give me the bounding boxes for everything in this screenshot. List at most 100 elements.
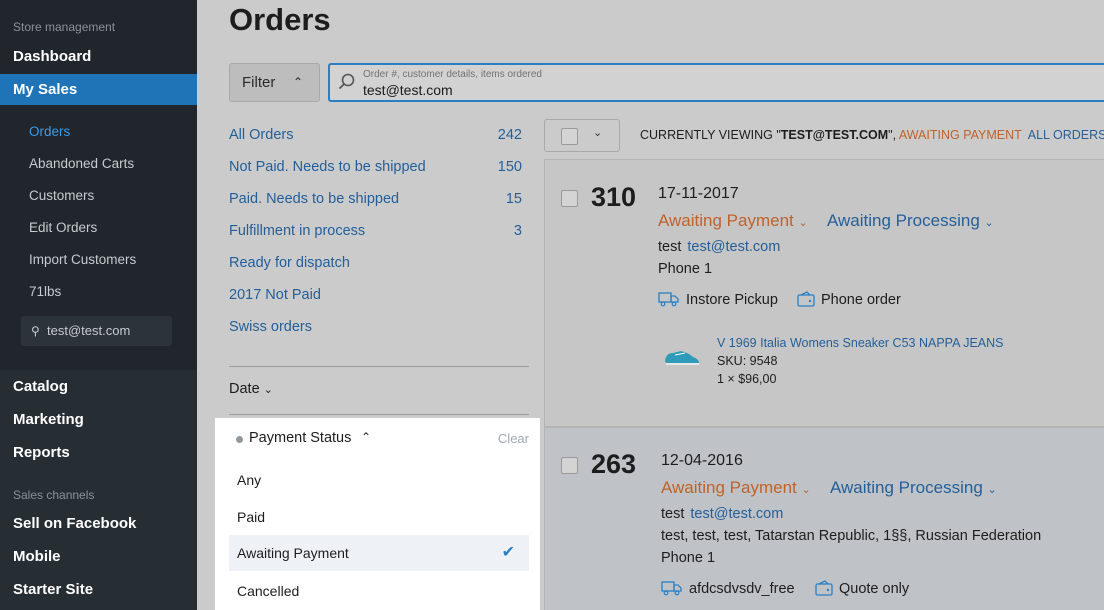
saved-filter-label: All Orders: [229, 127, 294, 143]
customer: test test@test.com: [658, 239, 780, 255]
filter-button[interactable]: Filter ⌃: [229, 63, 320, 102]
payment-status-dropdown[interactable]: Awaiting Payment ⌄: [661, 478, 811, 498]
nav-reports[interactable]: Reports: [0, 437, 197, 468]
truck-icon: [658, 292, 679, 307]
viewing-sep: ",: [888, 128, 899, 142]
payment-option-cancelled[interactable]: Cancelled: [229, 573, 529, 609]
search-placeholder: Order #, customer details, items ordered: [363, 69, 542, 80]
fulfillment-status-dropdown[interactable]: Awaiting Processing ⌄: [830, 478, 997, 498]
nav-catalog[interactable]: Catalog: [0, 371, 197, 402]
order-card[interactable]: 263 12-04-2016 Awaiting Payment ⌄ Awaiti…: [544, 427, 1104, 610]
option-label: Awaiting Payment: [237, 545, 349, 561]
nav-mobile[interactable]: Mobile: [0, 541, 197, 572]
search-input[interactable]: Order #, customer details, items ordered…: [328, 63, 1104, 102]
saved-filter-count: 242: [497, 127, 522, 143]
section-sales-channels: Sales channels: [13, 488, 95, 502]
wallet-icon: [797, 291, 815, 307]
customer-phone: Phone 1: [661, 550, 716, 566]
saved-filter-label: Paid. Needs to be shipped: [229, 191, 400, 207]
nav-starter-site[interactable]: Starter Site: [0, 574, 197, 605]
payment-status-title[interactable]: Payment Status: [249, 430, 351, 446]
search-icon: [338, 73, 355, 90]
filter-active-dot: [236, 436, 243, 443]
chevron-down-icon: ⌄: [593, 127, 603, 139]
filter-label: Filter: [242, 74, 276, 91]
order-card[interactable]: 310 17-11-2017 Awaiting Payment ⌄ Awaiti…: [544, 159, 1104, 427]
all-orders-link[interactable]: ALL ORDERS: [1028, 128, 1104, 142]
saved-filter-label: Swiss orders: [229, 319, 312, 335]
nav-import-customers[interactable]: Import Customers: [0, 246, 197, 274]
shipping-label: afdcsdvsdv_free: [689, 581, 795, 597]
payment-option-any[interactable]: Any: [229, 462, 529, 498]
chevron-down-icon: ⌄: [984, 217, 994, 229]
nav-orders[interactable]: Orders: [0, 118, 197, 146]
customer-phone: Phone 1: [658, 261, 713, 277]
saved-filter-swiss-orders[interactable]: Swiss orders: [229, 314, 522, 346]
wallet-icon: [815, 580, 833, 596]
sidebar-search[interactable]: ⚲ test@test.com: [21, 316, 172, 346]
nav-sell-on-facebook[interactable]: Sell on Facebook: [0, 508, 197, 539]
saved-filter-2017-not-paid[interactable]: 2017 Not Paid: [229, 282, 522, 314]
shipping-label: Instore Pickup: [686, 292, 778, 308]
search-value: test@test.com: [363, 82, 453, 98]
divider: [229, 366, 529, 367]
saved-filter-not-paid[interactable]: Not Paid. Needs to be shipped 150: [229, 154, 522, 186]
nav-my-sales[interactable]: My Sales: [0, 74, 197, 105]
saved-filter-count: 15: [505, 191, 522, 207]
shipping-method: afdcsdvsdv_free: [661, 580, 795, 597]
fulfillment-status-dropdown[interactable]: Awaiting Processing ⌄: [827, 211, 994, 231]
saved-filter-count: 3: [513, 223, 522, 239]
chevron-down-icon: ⌄: [987, 484, 997, 496]
product-name[interactable]: V 1969 Italia Womens Sneaker C53 NAPPA J…: [717, 336, 1004, 350]
order-date: 12-04-2016: [661, 452, 743, 469]
option-label: Cancelled: [237, 583, 300, 599]
customer-name: test: [658, 239, 682, 255]
checkmark-icon: ✔: [501, 544, 515, 561]
customer-email[interactable]: test@test.com: [687, 239, 780, 255]
payment-method: Phone order: [797, 291, 901, 308]
nav-abandoned-carts[interactable]: Abandoned Carts: [0, 150, 197, 178]
fulfillment-status-label: Awaiting Processing: [830, 478, 983, 497]
chevron-down-icon: ⌄: [801, 484, 811, 496]
order-date: 17-11-2017: [658, 185, 739, 202]
chevron-up-icon[interactable]: ⌃: [361, 430, 371, 444]
nav-edit-orders[interactable]: Edit Orders: [0, 214, 197, 242]
nav-customers[interactable]: Customers: [0, 182, 197, 210]
product-sku: SKU: 9548: [717, 354, 778, 368]
currently-viewing: CURRENTLY VIEWING "TEST@TEST.COM", AWAIT…: [640, 128, 1104, 142]
payment-option-awaiting-payment[interactable]: Awaiting Payment ✔: [229, 535, 529, 571]
order-number[interactable]: 263: [591, 449, 636, 480]
saved-filter-all-orders[interactable]: All Orders 242: [229, 122, 522, 154]
payment-status-label: Awaiting Payment: [661, 478, 797, 497]
clear-button[interactable]: Clear: [498, 431, 529, 446]
customer-email[interactable]: test@test.com: [690, 506, 783, 522]
saved-filter-count: 150: [497, 159, 522, 175]
order-checkbox[interactable]: [561, 457, 578, 474]
product-qty-price: 1 × $96,00: [717, 372, 777, 386]
product-thumbnail[interactable]: [663, 347, 701, 367]
order-checkbox[interactable]: [561, 190, 578, 207]
payment-option-paid[interactable]: Paid: [229, 499, 529, 535]
nav-71lbs[interactable]: 71lbs: [0, 278, 197, 306]
nav-dashboard[interactable]: Dashboard: [0, 41, 197, 72]
bulk-select[interactable]: ⌄: [544, 119, 620, 152]
payment-status-label: Awaiting Payment: [658, 211, 794, 230]
date-filter-toggle[interactable]: Date ⌄: [229, 381, 273, 397]
payment-status-dropdown[interactable]: Awaiting Payment ⌄: [658, 211, 808, 231]
nav-marketing[interactable]: Marketing: [0, 404, 197, 435]
option-label: Any: [237, 472, 262, 488]
saved-filter-label: Not Paid. Needs to be shipped: [229, 159, 426, 175]
sidebar: Store management Dashboard My Sales Orde…: [0, 0, 197, 610]
saved-filter-fulfillment[interactable]: Fulfillment in process 3: [229, 218, 522, 250]
select-all-checkbox[interactable]: [561, 128, 578, 145]
saved-filter-ready-dispatch[interactable]: Ready for dispatch: [229, 250, 522, 282]
saved-filter-paid[interactable]: Paid. Needs to be shipped 15: [229, 186, 522, 218]
viewing-status: AWAITING PAYMENT: [898, 128, 1022, 142]
chevron-down-icon: ⌄: [263, 384, 273, 396]
page-title: Orders: [229, 2, 331, 37]
date-filter-label: Date: [229, 381, 260, 397]
search-icon: ⚲: [31, 324, 40, 338]
saved-filter-label: Fulfillment in process: [229, 223, 366, 239]
order-number[interactable]: 310: [591, 182, 636, 213]
option-label: Paid: [237, 509, 266, 525]
